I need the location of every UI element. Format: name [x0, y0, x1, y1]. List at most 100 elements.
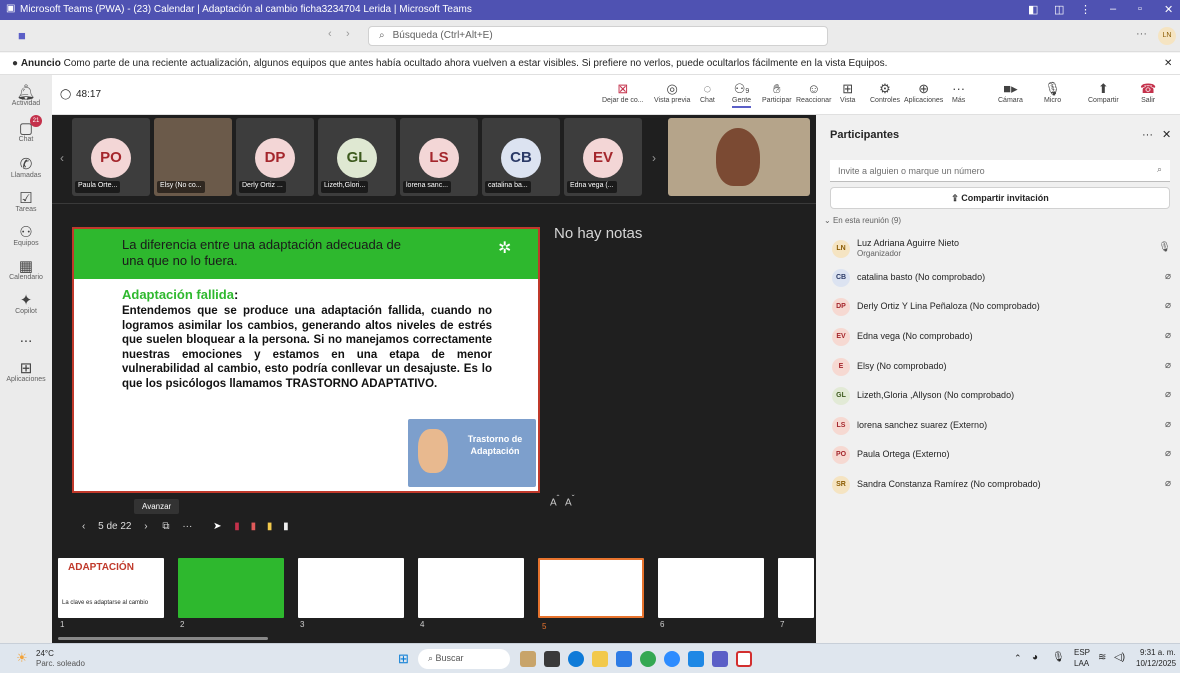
- volume-icon[interactable]: ◁): [1114, 652, 1125, 663]
- eraser-icon[interactable]: ▮: [283, 521, 289, 532]
- slide-thumbnail[interactable]: 3: [298, 558, 404, 629]
- prev-slide-icon[interactable]: ‹: [82, 521, 85, 532]
- share-button[interactable]: ⬆ Compartir: [1088, 81, 1119, 104]
- slide-thumbnail-current[interactable]: 5: [538, 558, 644, 631]
- controls-button[interactable]: ⚙ Controles: [870, 81, 900, 104]
- participant-row[interactable]: LS lorena sanchez suarez (Externo) ⌀: [830, 411, 1175, 440]
- rail-item-chat[interactable]: ▢ Chat 21: [0, 115, 52, 143]
- slide-thumbnail[interactable]: 7: [778, 558, 814, 629]
- tray-chevron-icon[interactable]: ⌃: [1014, 653, 1022, 664]
- minimize-icon[interactable]: –: [1110, 3, 1116, 15]
- pen-red-icon[interactable]: ▮: [234, 521, 240, 532]
- font-size-controls[interactable]: Aˆ Aˇ: [550, 493, 574, 508]
- taskbar-app-icon[interactable]: [544, 651, 560, 667]
- slide-thumbnail[interactable]: ADAPTACIÓN La clave es adaptarse al camb…: [58, 558, 164, 629]
- participant-row[interactable]: GL Lizeth,Gloria ,Allyson (No comprobado…: [830, 381, 1175, 410]
- pip-icon[interactable]: ◧: [1028, 3, 1038, 16]
- windows-start-icon[interactable]: ⊞: [398, 651, 409, 667]
- participant-row[interactable]: SR Sandra Constanza Ramírez (No comproba…: [830, 470, 1175, 499]
- mic-off-icon: ⌀: [1164, 330, 1171, 341]
- participant-row[interactable]: DP Derly Ortiz Y Lina Peñaloza (No compr…: [830, 292, 1175, 321]
- taskbar-search[interactable]: ⌕ Buscar: [418, 649, 510, 669]
- participant-tile[interactable]: CB catalina ba...: [482, 118, 560, 196]
- raise-hand-button[interactable]: ✋︎ Participar: [762, 81, 792, 104]
- user-avatar[interactable]: LN: [1158, 27, 1176, 45]
- rail-item-calendar[interactable]: ▦ Calendario: [0, 257, 52, 281]
- people-button[interactable]: ⚇9 Gente: [732, 81, 752, 108]
- participant-tile[interactable]: PO Paula Orte...: [72, 118, 150, 196]
- back-icon[interactable]: ‹: [328, 28, 332, 40]
- view-button[interactable]: ⊞ Vista: [840, 81, 855, 104]
- participant-row[interactable]: E Elsy (No comprobado) ⌀: [830, 352, 1175, 381]
- tray-app-icon[interactable]: ◕: [1032, 652, 1038, 663]
- react-button[interactable]: ☺ Reaccionar: [796, 81, 831, 104]
- apps-button[interactable]: ⊕ Aplicaciones: [904, 81, 943, 104]
- taskbar-app-icon[interactable]: [688, 651, 704, 667]
- clock-date[interactable]: 10/12/2025: [1136, 659, 1176, 668]
- participant-row[interactable]: CB catalina basto (No comprobado) ⌀: [830, 263, 1175, 292]
- invite-input[interactable]: Invite a alguien o marque un número ⌕: [830, 160, 1170, 182]
- rail-item-more[interactable]: ...: [0, 329, 52, 346]
- taskbar-app-icon[interactable]: [616, 651, 632, 667]
- more-options-icon[interactable]: ···: [1136, 28, 1147, 40]
- leave-button[interactable]: ☎ Salir: [1140, 81, 1156, 104]
- preview-button[interactable]: ◎ Vista previa: [654, 81, 690, 104]
- pen-pink-icon[interactable]: ▮: [251, 521, 257, 532]
- smiley-icon: ☺: [807, 81, 821, 96]
- menu-dots-icon[interactable]: ⋮: [1080, 3, 1091, 16]
- restore-icon[interactable]: ▫: [1138, 3, 1142, 15]
- rail-item-activity[interactable]: 🔔︎ Actividad: [0, 83, 52, 107]
- share-invite-button[interactable]: ⇪ Compartir invitación: [830, 187, 1170, 209]
- search-input[interactable]: ⌕ Búsqueda (Ctrl+Alt+E): [368, 26, 828, 46]
- participant-tile[interactable]: LS lorena sanc...: [400, 118, 478, 196]
- chrome-icon[interactable]: [640, 651, 656, 667]
- participant-tile-video[interactable]: Elsy (No co...: [154, 118, 232, 196]
- slide-thumbnail[interactable]: 6: [658, 558, 764, 629]
- panel-close-icon[interactable]: ✕: [1162, 128, 1171, 141]
- wifi-icon[interactable]: ≋: [1098, 652, 1106, 663]
- file-explorer-icon[interactable]: [592, 651, 608, 667]
- zoom-icon[interactable]: [664, 651, 680, 667]
- stop-sharing-button[interactable]: ⊠ Dejar de co...: [602, 81, 644, 104]
- teams-taskbar-icon[interactable]: [712, 651, 728, 667]
- grid-view-icon[interactable]: ⧉: [162, 521, 169, 532]
- camera-button[interactable]: ■▸ Cámara: [998, 81, 1023, 104]
- participant-tile[interactable]: GL Lizeth,Glori...: [318, 118, 396, 196]
- pointer-icon[interactable]: ➤: [213, 521, 221, 532]
- rail-item-tasks[interactable]: ☑ Tareas: [0, 189, 52, 213]
- rail-item-teams[interactable]: ⚇ Equipos: [0, 223, 52, 247]
- rail-item-calls[interactable]: ✆ Llamadas: [0, 155, 52, 179]
- clock-time[interactable]: 9:31 a. m.: [1140, 648, 1176, 657]
- participant-row[interactable]: EV Edna vega (No comprobado) ⌀: [830, 322, 1175, 351]
- announcement-banner: ● Anuncio Como parte de una reciente act…: [0, 53, 1180, 75]
- slide-thumbnail[interactable]: 4: [418, 558, 524, 629]
- next-slide-icon[interactable]: ›: [144, 521, 147, 532]
- dismiss-icon[interactable]: ✕: [1164, 58, 1172, 69]
- tiles-next-icon[interactable]: ›: [652, 151, 656, 165]
- extensions-icon[interactable]: ◫: [1054, 3, 1064, 16]
- edge-icon[interactable]: [568, 651, 584, 667]
- forward-icon[interactable]: ›: [346, 28, 350, 40]
- panel-more-icon[interactable]: ···: [1142, 129, 1153, 141]
- highlighter-icon[interactable]: ▮: [267, 521, 273, 532]
- rail-item-apps[interactable]: ⊞ Aplicaciones: [0, 359, 52, 383]
- tiles-prev-icon[interactable]: ‹: [60, 151, 64, 165]
- thumbnail-scrollbar[interactable]: [58, 637, 268, 640]
- slide-thumbnail[interactable]: 2: [178, 558, 284, 629]
- lang-primary[interactable]: ESP: [1074, 648, 1090, 657]
- chat-button[interactable]: ◌ Chat: [700, 81, 715, 104]
- close-icon[interactable]: ✕: [1164, 3, 1173, 16]
- participant-tile[interactable]: EV Edna vega (...: [564, 118, 642, 196]
- section-header[interactable]: ⌄ En esta reunión (9): [824, 216, 901, 225]
- participant-tile[interactable]: DP Derly Ortiz ...: [236, 118, 314, 196]
- taskbar-app-icon[interactable]: [520, 651, 536, 667]
- more-icon[interactable]: ···: [182, 521, 192, 532]
- tray-mic-icon[interactable]: 🎙︎: [1052, 652, 1065, 663]
- mic-button[interactable]: 🎙︎ Micro: [1044, 81, 1061, 104]
- lang-secondary[interactable]: LAA: [1074, 659, 1089, 668]
- participant-row[interactable]: PO Paula Ortega (Externo) ⌀: [830, 440, 1175, 469]
- mcafee-icon[interactable]: [736, 651, 752, 667]
- participant-row[interactable]: LN Luz Adriana Aguirre Nieto Organizador…: [830, 234, 1175, 263]
- more-button[interactable]: ··· Más: [952, 81, 965, 104]
- rail-item-copilot[interactable]: ✦ Copilot: [0, 291, 52, 315]
